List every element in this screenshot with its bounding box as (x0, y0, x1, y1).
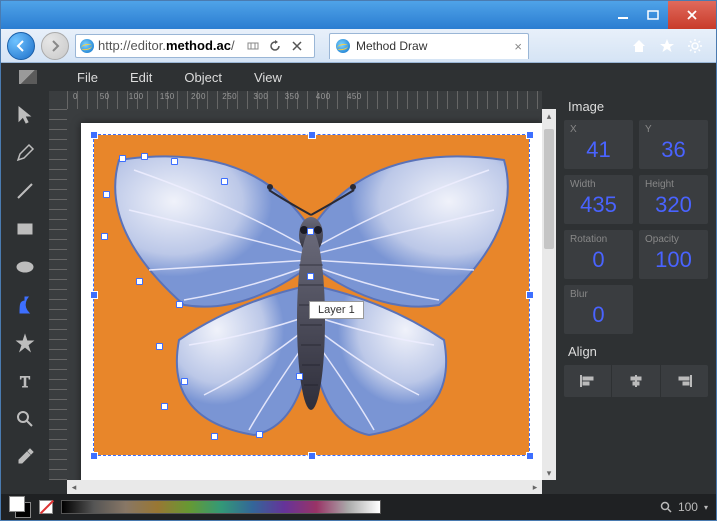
selection-handle[interactable] (308, 131, 316, 139)
menu-file[interactable]: File (61, 70, 114, 85)
panel-title: Image (564, 99, 708, 114)
path-node[interactable] (176, 301, 183, 308)
tab-close-button[interactable]: × (514, 39, 522, 54)
zoom-value: 100 (678, 500, 698, 514)
prop-x[interactable]: X41 (564, 120, 633, 169)
selection-handle[interactable] (526, 452, 534, 460)
zoom-icon (660, 501, 672, 513)
path-node[interactable] (103, 191, 110, 198)
align-section-title: Align (564, 344, 708, 359)
prop-opacity[interactable]: Opacity100 (639, 230, 708, 279)
text-tool[interactable]: T (13, 369, 37, 393)
path-node[interactable] (101, 233, 108, 240)
path-node[interactable] (221, 178, 228, 185)
ruler-horizontal[interactable] (67, 91, 542, 109)
pencil-tool[interactable] (13, 141, 37, 165)
browser-tab[interactable]: Method Draw × (329, 33, 529, 59)
star-tool[interactable] (13, 331, 37, 355)
selection-handle[interactable] (308, 452, 316, 460)
selection-handle[interactable] (526, 131, 534, 139)
app-logo[interactable] (19, 70, 37, 84)
prop-y[interactable]: Y36 (639, 120, 708, 169)
selection-handle[interactable] (90, 131, 98, 139)
properties-panel: Image X41 Y36 Width435 Height320 Rotatio… (556, 91, 716, 494)
titlebar-spacer (1, 1, 608, 29)
canvas-area: ▴▾ ◂▸ (49, 91, 556, 494)
selection-handle[interactable] (90, 452, 98, 460)
browser-toolbar: http://editor.method.ac/ Method Draw × (1, 29, 716, 63)
scrollbar-horizontal[interactable]: ◂▸ (67, 480, 542, 494)
path-node[interactable] (171, 158, 178, 165)
window-close-button[interactable] (668, 1, 716, 29)
scrollbar-vertical[interactable]: ▴▾ (542, 109, 556, 480)
ruler-corner (49, 91, 67, 109)
tab-title: Method Draw (356, 39, 427, 53)
color-palette-bar[interactable] (61, 500, 381, 514)
home-icon[interactable] (630, 37, 648, 55)
path-node[interactable] (256, 431, 263, 438)
selection-outline (93, 134, 530, 456)
menu-object[interactable]: Object (168, 70, 238, 85)
app-body: T ▴▾ ◂▸ (1, 91, 716, 494)
ie-icon (336, 39, 350, 53)
ie-icon (80, 39, 94, 53)
stop-button[interactable] (287, 36, 307, 56)
zoom-tool[interactable] (13, 407, 37, 431)
tab-strip: Method Draw × (329, 33, 624, 59)
prop-height[interactable]: Height320 (639, 175, 708, 224)
browser-window: http://editor.method.ac/ Method Draw × F… (0, 0, 717, 521)
no-fill-swatch[interactable] (39, 500, 53, 514)
path-tool[interactable] (13, 293, 37, 317)
app-menubar: File Edit Object View (1, 63, 716, 91)
path-node[interactable] (296, 373, 303, 380)
favorites-icon[interactable] (658, 37, 676, 55)
settings-icon[interactable] (686, 37, 704, 55)
back-button[interactable] (7, 32, 35, 60)
zoom-dropdown-icon: ▾ (704, 503, 708, 512)
path-node[interactable] (181, 378, 188, 385)
align-center-button[interactable] (612, 365, 660, 397)
canvas-viewport[interactable]: Layer 1 (67, 109, 542, 480)
prop-blur[interactable]: Blur0 (564, 285, 633, 334)
rect-tool[interactable] (13, 217, 37, 241)
method-draw-app: File Edit Object View T (1, 63, 716, 520)
path-node[interactable] (136, 278, 143, 285)
compat-view-icon[interactable] (243, 36, 263, 56)
align-right-button[interactable] (661, 365, 708, 397)
bottom-bar: 100 ▾ (1, 494, 716, 520)
path-node[interactable] (307, 228, 314, 235)
color-swatch[interactable] (9, 496, 31, 518)
canvas-page[interactable]: Layer 1 (81, 123, 542, 480)
eyedropper-tool[interactable] (13, 445, 37, 469)
ruler-vertical[interactable] (49, 109, 67, 480)
ellipse-tool[interactable] (13, 255, 37, 279)
window-maximize-button[interactable] (638, 1, 668, 29)
selection-handle[interactable] (526, 291, 534, 299)
layer-label[interactable]: Layer 1 (309, 301, 364, 319)
prop-width[interactable]: Width435 (564, 175, 633, 224)
selection-handle[interactable] (90, 291, 98, 299)
path-node[interactable] (119, 155, 126, 162)
line-tool[interactable] (13, 179, 37, 203)
menu-edit[interactable]: Edit (114, 70, 168, 85)
forward-button[interactable] (41, 32, 69, 60)
refresh-button[interactable] (265, 36, 285, 56)
svg-text:T: T (20, 374, 30, 391)
path-node[interactable] (161, 403, 168, 410)
align-left-button[interactable] (564, 365, 612, 397)
address-bar[interactable]: http://editor.method.ac/ (75, 34, 315, 58)
window-minimize-button[interactable] (608, 1, 638, 29)
path-node[interactable] (141, 153, 148, 160)
zoom-control[interactable]: 100 ▾ (660, 500, 708, 514)
align-buttons (564, 365, 708, 397)
path-node[interactable] (211, 433, 218, 440)
menu-view[interactable]: View (238, 70, 298, 85)
url-text: http://editor.method.ac/ (98, 38, 235, 53)
prop-rotation[interactable]: Rotation0 (564, 230, 633, 279)
select-tool[interactable] (13, 103, 37, 127)
path-node[interactable] (156, 343, 163, 350)
path-node[interactable] (307, 273, 314, 280)
window-titlebar[interactable] (1, 1, 716, 29)
tool-palette: T (1, 91, 49, 494)
